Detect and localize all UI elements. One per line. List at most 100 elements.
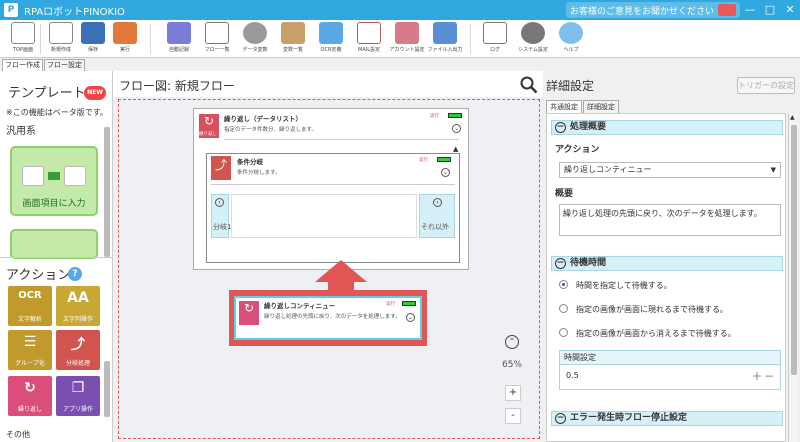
flow-title: フロー図: 新規フロー — [119, 79, 235, 93]
feedback-button[interactable]: お客様のご意見をお聞かせください — [566, 2, 741, 18]
chevron-left-icon[interactable]: ‹ — [215, 198, 224, 207]
toolbar-top-label: TOP画面 — [12, 47, 33, 53]
time-input[interactable]: 0.5 + − — [560, 365, 780, 389]
help-icon — [559, 22, 583, 44]
toolbar-ocr-label: OCR定義 — [320, 47, 342, 53]
summary-textarea[interactable]: 繰り返し処理の先頭に戻り、次のデータを処理します。 — [559, 204, 781, 236]
flow-header: フロー図: 新規フロー — [113, 71, 543, 97]
loop-enable-toggle[interactable] — [448, 113, 462, 118]
app-logo-icon: P — [4, 3, 18, 17]
left-panel: テンプレート NEW ※この機能はベータ版です。 汎用系 画面項目に入力 アクシ… — [0, 71, 113, 442]
action-app[interactable]: ❐ アプリ操作 — [56, 376, 100, 416]
action-title: アクション — [6, 268, 71, 283]
chevron-down-icon[interactable]: ⌄ — [452, 124, 461, 133]
action-string[interactable]: AA 文字列操作 — [56, 286, 100, 326]
toolbar-file-io-button[interactable]: ファイル入出力 — [424, 22, 466, 56]
caret-up-icon[interactable]: ▲ — [790, 114, 795, 121]
toolbar-variable-list-label: 変数一覧 — [282, 47, 303, 53]
toolbar-variable-list-button[interactable]: 変数一覧 — [272, 22, 314, 56]
toolbar-data-variable-label: データ変数 — [242, 47, 268, 53]
action-branch-label: 分岐処理 — [65, 360, 90, 367]
zoom-in-button[interactable]: + — [505, 385, 521, 401]
toolbar-flow-list-button[interactable]: フロー一覧 — [196, 22, 238, 56]
continue-block[interactable]: ↻ 繰り返しコンティニュー 繰り返し処理の先頭に戻り、次のデータを処理します。 … — [234, 296, 422, 340]
feedback-icon — [718, 4, 737, 16]
radio-wait-image-appear[interactable] — [559, 304, 568, 313]
right-scroll-thumb[interactable] — [791, 125, 797, 375]
new-file-icon — [49, 22, 73, 44]
action-branch[interactable]: ⤴ 分岐処理 — [56, 330, 100, 370]
action-select[interactable]: 繰り返しコンティニュー ▼ — [559, 162, 781, 178]
close-button[interactable]: ✕ — [780, 2, 800, 18]
tab-flow-create[interactable]: フロー作成 — [2, 59, 43, 71]
radio-wait-image-disappear-label: 指定の画像が画面から消えるまで待機する。 — [576, 329, 736, 338]
arrow-up-icon — [315, 260, 367, 282]
collapse-icon[interactable]: − — [555, 258, 566, 269]
chevron-right-icon[interactable]: › — [433, 198, 442, 207]
right-scrollbar[interactable]: ▲ — [788, 113, 798, 442]
continue-enable-toggle[interactable] — [402, 301, 416, 306]
radio-wait-time[interactable] — [559, 280, 568, 289]
toolbar-log-button[interactable]: ログ — [474, 22, 516, 56]
template-card-2[interactable] — [10, 229, 98, 259]
toolbar-ocr-button[interactable]: OCR定義 — [310, 22, 352, 56]
action-loop[interactable]: ↻ 繰り返し — [8, 376, 52, 416]
help-icon[interactable]: ? — [68, 267, 82, 281]
branch-icon: ⤴ — [211, 156, 231, 180]
tab-detail-settings[interactable]: 詳細設定 — [583, 100, 619, 113]
toolbar-mail-button[interactable]: MAIL設定 — [348, 22, 390, 56]
action-loop-label: 繰り返し — [17, 406, 42, 413]
tab-common-settings[interactable]: 共通設定 — [546, 100, 582, 113]
search-icon[interactable] — [520, 76, 538, 94]
toolbar-account-button[interactable]: アカウント設定 — [386, 22, 428, 56]
ocr-icon — [319, 22, 343, 44]
feedback-label: お客様のご意見をお聞かせください — [570, 6, 715, 17]
action-ocr[interactable]: OCR 文字解析 — [8, 286, 52, 326]
toolbar-top-button[interactable]: TOP画面 — [2, 22, 44, 56]
radio-wait-image-disappear[interactable] — [559, 328, 568, 337]
toolbar-system-settings-button[interactable]: システム設定 — [512, 22, 554, 56]
toolbar-record-button[interactable]: 自動記録 — [158, 22, 200, 56]
collapse-icon[interactable]: − — [555, 122, 566, 133]
section-summary[interactable]: − 処理概要 — [551, 120, 783, 135]
section-wait-label: 待機時間 — [570, 258, 607, 268]
condition-enable-toggle[interactable] — [437, 157, 451, 162]
arrow-right-icon — [48, 172, 60, 180]
tab-flow-settings[interactable]: フロー設定 — [44, 59, 85, 71]
loop-block[interactable]: ↻ 繰り返し 繰り返し（データリスト） 指定のデータ件数分、繰り返します。 実行… — [193, 108, 469, 270]
maximize-button[interactable]: □ — [760, 2, 780, 18]
toolbar-help-button[interactable]: ヘルプ — [550, 22, 592, 56]
toolbar-data-variable-button[interactable]: データ変数 — [234, 22, 276, 56]
template-scrollbar[interactable] — [104, 127, 110, 257]
section-error-stop[interactable]: − エラー発生時フロー停止設定 — [551, 411, 783, 426]
condition-desc: 条件分岐します。 — [237, 170, 281, 176]
scroll-up-icon[interactable]: ⌃ — [505, 335, 519, 349]
chevron-down-icon[interactable]: ⌄ — [441, 168, 450, 177]
loop-flag: 実行 — [430, 114, 439, 119]
action-group[interactable]: ☰ グループ化 — [8, 330, 52, 370]
chevron-down-icon[interactable]: ⌄ — [406, 313, 415, 322]
action-scrollbar[interactable] — [104, 361, 110, 417]
zoom-out-button[interactable]: - — [505, 408, 521, 424]
template-card-input[interactable]: 画面項目に入力 — [10, 146, 98, 216]
minus-icon[interactable]: − — [764, 365, 774, 387]
account-icon — [395, 22, 419, 44]
collapse-icon[interactable]: − — [555, 413, 566, 424]
minimize-button[interactable]: — — [740, 2, 760, 18]
toolbar-system-settings-label: システム設定 — [518, 47, 548, 53]
toolbar-help-label: ヘルプ — [563, 47, 579, 53]
caret-up-icon[interactable]: ▲ — [453, 145, 458, 153]
file-io-icon — [433, 22, 457, 44]
loop-icon: ↻ — [24, 380, 36, 396]
left-tab-bar: フロー作成 フロー設定 — [0, 58, 113, 71]
save-icon — [81, 22, 105, 44]
branch-content-area[interactable] — [231, 194, 417, 238]
condition-block[interactable]: ⤴ 条件分岐 条件分岐します。 実行 ⌄ ‹ 分岐1 › それ以外 ▲ — [206, 145, 460, 263]
plus-icon[interactable]: + — [752, 365, 762, 387]
right-panel: 詳細設定 トリガーの設定 共通設定 詳細設定 − 処理概要 アクション 繰り返し… — [543, 71, 800, 442]
toolbar-run-button[interactable]: 実行 — [104, 22, 146, 56]
time-value: 0.5 — [566, 371, 579, 380]
trigger-settings-button[interactable]: トリガーの設定 — [737, 77, 795, 94]
flow-canvas[interactable]: ↻ 繰り返し 繰り返し（データリスト） 指定のデータ件数分、繰り返します。 実行… — [118, 99, 540, 439]
section-wait[interactable]: − 待機時間 — [551, 256, 783, 271]
